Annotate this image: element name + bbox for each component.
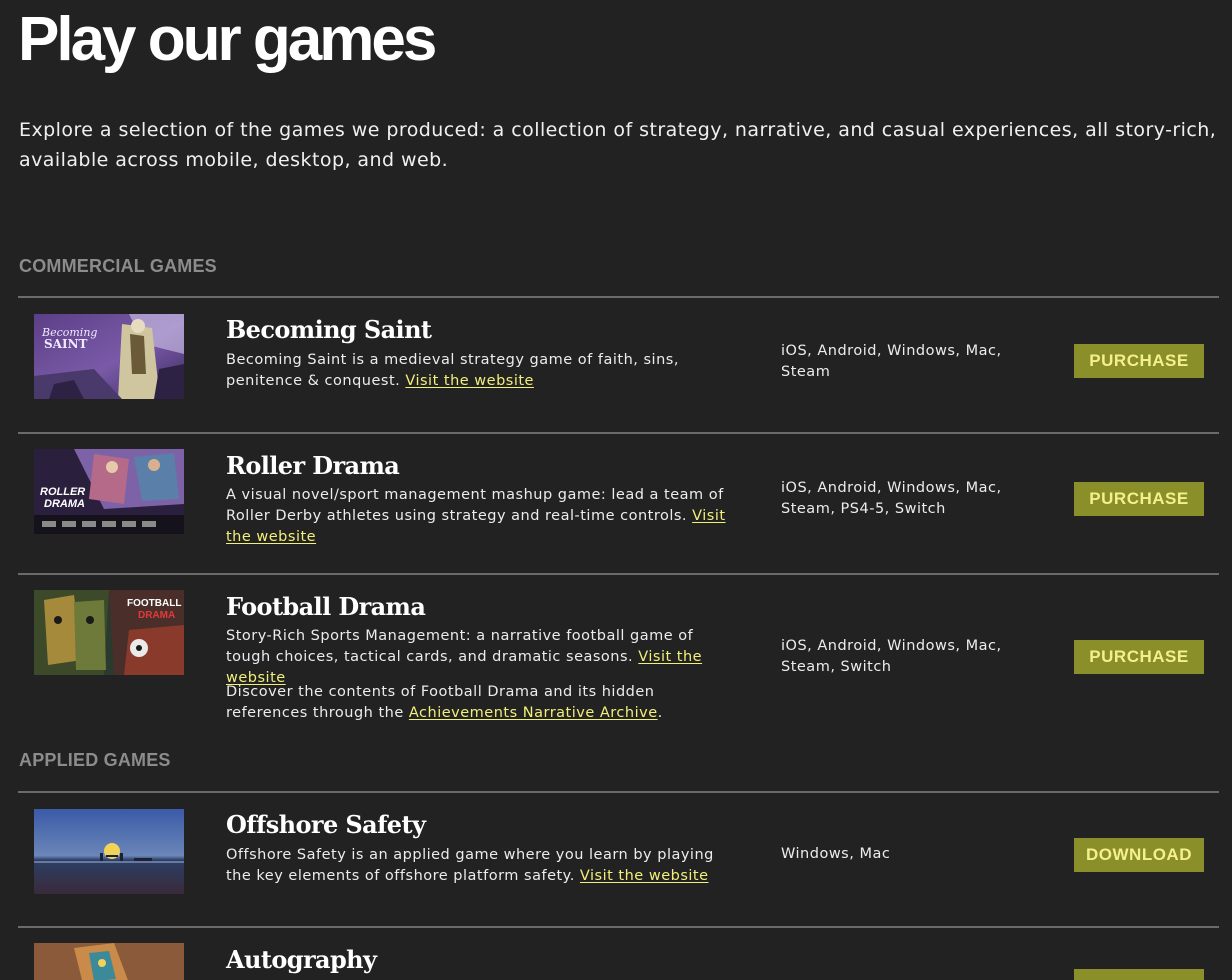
page-intro: Explore a selection of the games we prod…: [19, 119, 1217, 171]
game-row-autography: Autography: [18, 928, 1219, 980]
game-title: Roller Drama: [226, 451, 400, 480]
visit-website-link[interactable]: Visit the website: [405, 373, 534, 389]
purchase-button[interactable]: PURCHASE: [1074, 482, 1204, 516]
svg-text:DRAMA: DRAMA: [44, 498, 85, 510]
game-description: Offshore Safety is an applied game where…: [226, 845, 736, 887]
game-extra-suffix: .: [657, 705, 663, 721]
game-title: Offshore Safety: [226, 810, 426, 839]
svg-text:FOOTBALL: FOOTBALL: [127, 598, 181, 609]
game-description-text: A visual novel/sport management mashup g…: [226, 487, 724, 524]
page: Play our games Explore a selection of th…: [0, 0, 1232, 980]
game-row-becoming-saint: Becoming SAINT Becoming Saint Becoming S…: [18, 298, 1219, 432]
section-heading-commercial: COMMERCIAL GAMES: [19, 256, 217, 276]
svg-text:SAINT: SAINT: [44, 337, 88, 351]
game-description: A visual novel/sport management mashup g…: [226, 485, 736, 548]
game-extra-description: Discover the contents of Football Drama …: [226, 682, 736, 724]
game-thumbnail-football-drama[interactable]: FOOTBALL DRAMA: [34, 590, 184, 675]
game-row-offshore-safety: Offshore Safety Offshore Safety is an ap…: [18, 793, 1219, 926]
game-row-football-drama: FOOTBALL DRAMA Football Drama Story-Rich…: [18, 575, 1219, 750]
purchase-button[interactable]: PURCHASE: [1074, 640, 1204, 674]
game-thumbnail-roller-drama[interactable]: ROLLER DRAMA: [34, 449, 184, 534]
page-title: Play our games: [18, 5, 437, 74]
football-drama-artwork: FOOTBALL DRAMA: [34, 590, 184, 675]
game-thumbnail-autography[interactable]: [34, 943, 184, 980]
visit-website-link[interactable]: Visit the website: [580, 868, 709, 884]
game-description: Story-Rich Sports Management: a narrativ…: [226, 626, 736, 689]
achievements-archive-link[interactable]: Achievements Narrative Archive: [409, 705, 658, 721]
game-description: Becoming Saint is a medieval strategy ga…: [226, 350, 736, 392]
game-title: Football Drama: [226, 592, 426, 621]
game-title: Becoming Saint: [226, 315, 432, 344]
game-thumbnail-becoming-saint[interactable]: Becoming SAINT: [34, 314, 184, 399]
game-platforms: iOS, Android, Windows, Mac, Steam, Switc…: [781, 638, 1002, 675]
download-button[interactable]: DOWNLOAD: [1074, 838, 1204, 872]
game-platforms: iOS, Android, Windows, Mac, Steam: [781, 343, 1002, 380]
svg-text:DRAMA: DRAMA: [138, 610, 175, 621]
roller-drama-artwork: ROLLER DRAMA: [34, 449, 184, 534]
svg-text:ROLLER: ROLLER: [40, 486, 85, 498]
purchase-button[interactable]: PURCHASE: [1074, 344, 1204, 378]
game-thumbnail-offshore-safety[interactable]: [34, 809, 184, 894]
game-platforms: Windows, Mac: [781, 846, 891, 862]
game-row-roller-drama: ROLLER DRAMA Roller Drama A visual novel…: [18, 434, 1219, 573]
game-description-text: Story-Rich Sports Management: a narrativ…: [226, 628, 694, 665]
game-platforms: iOS, Android, Windows, Mac, Steam, PS4-5…: [781, 480, 1002, 517]
becoming-saint-artwork: Becoming SAINT: [34, 314, 184, 399]
game-title: Autography: [226, 945, 377, 974]
autography-artwork: [34, 943, 184, 980]
play-online-button[interactable]: [1074, 969, 1204, 980]
offshore-safety-artwork: [34, 809, 184, 894]
section-heading-applied: APPLIED GAMES: [19, 750, 171, 770]
